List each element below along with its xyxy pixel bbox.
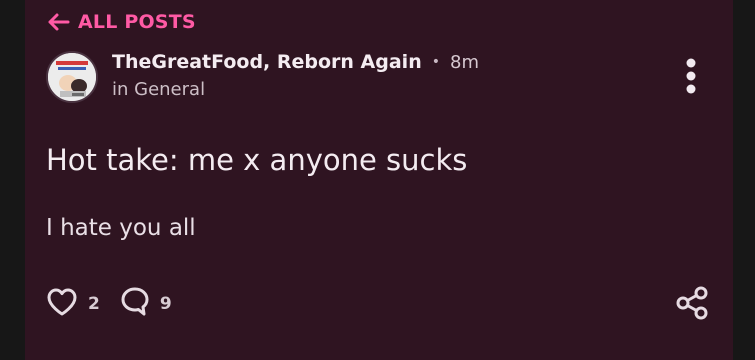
author-name[interactable]: TheGreatFood, Reborn Again [112,51,422,73]
comment-button[interactable]: 9 [120,286,172,322]
post-category[interactable]: in General [112,79,205,100]
meta-separator: • [431,54,440,70]
author-avatar[interactable] [46,51,98,103]
author-line: TheGreatFood, Reborn Again • 8m [112,51,479,73]
more-vertical-icon [685,58,697,98]
comment-count: 9 [159,294,172,314]
like-count: 2 [88,294,100,314]
share-button[interactable] [674,286,710,324]
post-title: Hot take: me x anyone sucks [46,143,468,177]
post-time: 8m [450,51,479,73]
all-posts-back-link[interactable]: ALL POSTS [46,8,196,36]
left-gutter [0,0,25,360]
like-button[interactable]: 2 [46,287,100,321]
post-body: I hate you all [46,215,196,241]
arrow-left-icon [46,12,70,32]
more-options-button[interactable] [675,58,707,98]
post-actions: 2 9 [46,286,172,322]
right-gutter [733,0,755,360]
post-panel: ALL POSTS TheGreatFood, Reborn Again • 8… [25,0,733,360]
comment-icon [120,286,150,322]
share-icon [674,286,710,324]
heart-icon [46,287,78,321]
all-posts-label: ALL POSTS [78,11,196,33]
